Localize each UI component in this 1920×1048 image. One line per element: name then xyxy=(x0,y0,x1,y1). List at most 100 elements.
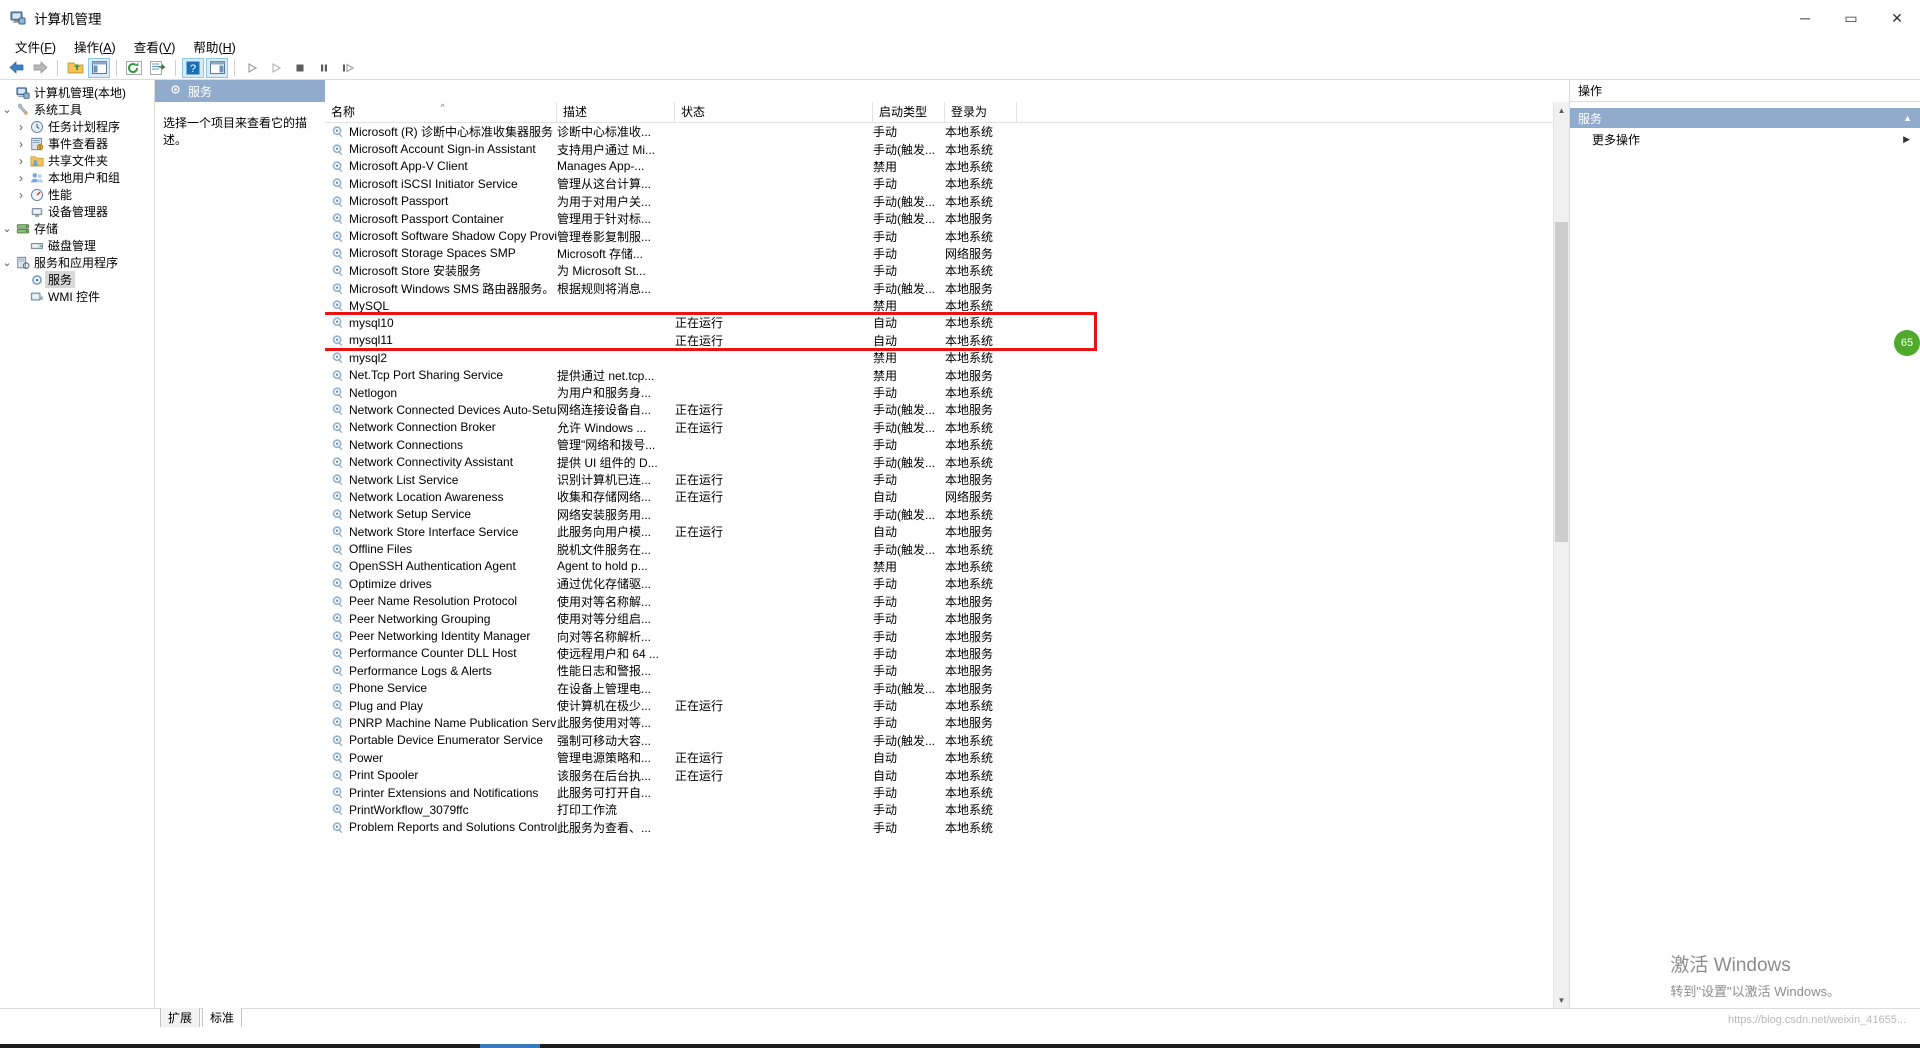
folder-up-icon[interactable] xyxy=(64,58,86,78)
back-arrow-icon[interactable] xyxy=(5,58,27,78)
table-row[interactable]: Microsoft Passport Container 管理用于针对标... 手动… xyxy=(325,210,1569,227)
tree-node-6[interactable]: 设备管理器 xyxy=(0,203,154,220)
cell-service-name: Network Connection Broker xyxy=(325,420,557,434)
minimize-button[interactable]: ─ xyxy=(1782,0,1828,36)
column-header-description[interactable]: 描述 xyxy=(557,102,675,123)
maximize-button[interactable]: ▭ xyxy=(1828,0,1874,36)
table-row[interactable]: Microsoft App-V Client Manages App-... 禁用 本… xyxy=(325,158,1569,175)
tree-node-root[interactable]: 计算机管理(本地) xyxy=(0,84,154,101)
menu-item-action[interactable]: 操作(A) xyxy=(65,35,125,58)
table-row[interactable]: Microsoft Windows SMS 路由器服务。 根据规则将消息... 手动… xyxy=(325,280,1569,297)
tree-node-2[interactable]: › 事件查看器 xyxy=(0,135,154,152)
chevron-right-icon[interactable]: › xyxy=(14,171,28,185)
column-header-name[interactable]: 名称 ^ xyxy=(325,102,557,123)
table-row[interactable]: Portable Device Enumerator Service 强制可移动大… xyxy=(325,732,1569,749)
chevron-right-icon[interactable]: › xyxy=(14,137,28,151)
vertical-scrollbar[interactable]: ▲ ▼ xyxy=(1553,102,1569,1008)
table-row[interactable]: Net.Tcp Port Sharing Service 提供通过 net.tcp… xyxy=(325,366,1569,383)
table-row[interactable]: Network Connection Broker 允许 Windows ... 正… xyxy=(325,419,1569,436)
table-row[interactable]: Microsoft Software Shadow Copy Provider 管… xyxy=(325,227,1569,244)
tab-extended[interactable]: 扩展 xyxy=(160,1007,201,1027)
table-row[interactable]: Network Connectivity Assistant 提供 UI 组件的 … xyxy=(325,453,1569,470)
table-row[interactable]: Microsoft (R) 诊断中心标准收集器服务 诊断中心标准收... 手动 本地系… xyxy=(325,123,1569,140)
menu-item-help[interactable]: 帮助(H) xyxy=(184,35,244,58)
tree-node-0[interactable]: ⌄ 系统工具 xyxy=(0,101,154,118)
column-header-status[interactable]: 状态 xyxy=(675,102,873,123)
table-row[interactable]: Problem Reports and Solutions Control Pa… xyxy=(325,819,1569,836)
table-row[interactable]: Network Store Interface Service 此服务向用户模..… xyxy=(325,523,1569,540)
floating-badge[interactable]: 65 xyxy=(1894,330,1920,356)
table-row[interactable]: mysql11 正在运行 自动 本地系统 xyxy=(325,332,1569,349)
table-row[interactable]: Power 管理电源策略和... 正在运行 自动 本地系统 xyxy=(325,749,1569,766)
table-row[interactable]: Network Connected Devices Auto-Setup 网络连接… xyxy=(325,401,1569,418)
actions-section-services[interactable]: 服务 ▲ xyxy=(1570,108,1920,128)
restart-service-icon[interactable] xyxy=(265,58,287,78)
table-row[interactable]: Peer Networking Identity Manager 向对等名称解析.… xyxy=(325,627,1569,644)
stop-service-icon[interactable] xyxy=(289,58,311,78)
table-row[interactable]: Microsoft iSCSI Initiator Service 管理从这台计算… xyxy=(325,175,1569,192)
table-row[interactable]: Microsoft Store 安装服务 为 Microsoft St... 手动 本… xyxy=(325,262,1569,279)
tree-node-5[interactable]: › 性能 xyxy=(0,186,154,203)
tab-standard[interactable]: 标准 xyxy=(202,1007,243,1027)
table-row[interactable]: Phone Service 在设备上管理电... 手动(触发... 本地服务 xyxy=(325,680,1569,697)
scroll-up-arrow-icon[interactable]: ▲ xyxy=(1554,102,1569,118)
action-more-actions[interactable]: 更多操作 ▶ xyxy=(1570,128,1920,150)
pause-service-icon[interactable] xyxy=(313,58,335,78)
close-button[interactable]: ✕ xyxy=(1874,0,1920,36)
menu-item-view[interactable]: 查看(V) xyxy=(125,35,185,58)
table-row[interactable]: Peer Networking Grouping 使用对等分组启... 手动 本地服务 xyxy=(325,610,1569,627)
chevron-right-icon[interactable]: › xyxy=(14,188,28,202)
chevron-right-icon[interactable]: › xyxy=(14,154,28,168)
cell-service-name: Peer Networking Identity Manager xyxy=(325,629,557,643)
chevron-down-icon[interactable]: ⌄ xyxy=(0,103,14,116)
table-row[interactable]: Print Spooler 该服务在后台执... 正在运行 自动 本地系统 xyxy=(325,766,1569,783)
column-header-startup-type[interactable]: 启动类型 xyxy=(873,102,945,123)
tree-node-4[interactable]: › 本地用户和组 xyxy=(0,169,154,186)
show-action-pane-icon[interactable] xyxy=(206,57,228,78)
table-row[interactable]: Netlogon 为用户和服务身... 手动 本地系统 xyxy=(325,384,1569,401)
table-row[interactable]: Network Location Awareness 收集和存储网络... 正在运行… xyxy=(325,488,1569,505)
scroll-down-arrow-icon[interactable]: ▼ xyxy=(1554,992,1569,1008)
column-header-logon-as[interactable]: 登录为 xyxy=(945,102,1017,123)
chevron-down-icon[interactable]: ⌄ xyxy=(0,222,14,235)
tree-node-8[interactable]: 磁盘管理 xyxy=(0,237,154,254)
table-row[interactable]: PNRP Machine Name Publication Service 此服务… xyxy=(325,714,1569,731)
refresh-icon[interactable] xyxy=(123,58,145,78)
table-row[interactable]: Microsoft Passport 为用于对用户关... 手动(触发... 本地系统 xyxy=(325,193,1569,210)
table-row[interactable]: MySQL 禁用 本地系统 xyxy=(325,297,1569,314)
chevron-up-icon[interactable]: ▲ xyxy=(1903,113,1912,123)
tree-node-10[interactable]: 服务 xyxy=(0,271,154,288)
show-hide-console-tree-icon[interactable] xyxy=(88,57,110,78)
table-row[interactable]: Microsoft Storage Spaces SMP Microsoft 存储… xyxy=(325,245,1569,262)
table-row[interactable]: Plug and Play 使计算机在极少... 正在运行 手动 本地系统 xyxy=(325,697,1569,714)
table-row[interactable]: Network List Service 识别计算机已连... 正在运行 手动 本地服务 xyxy=(325,471,1569,488)
table-row[interactable]: mysql10 正在运行 自动 本地系统 xyxy=(325,314,1569,331)
tree-node-11[interactable]: WMI 控件 xyxy=(0,288,154,305)
resume-service-icon[interactable] xyxy=(337,58,359,78)
tree-node-7[interactable]: ⌄ 存储 xyxy=(0,220,154,237)
start-service-icon[interactable] xyxy=(241,58,263,78)
table-row[interactable]: Performance Counter DLL Host 使远程用户和 64 ..… xyxy=(325,645,1569,662)
export-list-icon[interactable] xyxy=(147,58,169,78)
table-row[interactable]: PrintWorkflow_3079ffc 打印工作流 手动 本地系统 xyxy=(325,801,1569,818)
tree-node-3[interactable]: › 共享文件夹 xyxy=(0,152,154,169)
scrollbar-thumb[interactable] xyxy=(1555,222,1568,542)
table-row[interactable]: Microsoft Account Sign-in Assistant 支持用户通… xyxy=(325,140,1569,157)
menu-item-file[interactable]: 文件(F) xyxy=(6,35,65,58)
forward-arrow-icon[interactable] xyxy=(29,58,51,78)
chevron-right-icon[interactable]: › xyxy=(14,120,28,134)
table-row[interactable]: Offline Files 脱机文件服务在... 手动(触发... 本地系统 xyxy=(325,540,1569,557)
table-row[interactable]: Optimize drives 通过优化存储驱... 手动 本地系统 xyxy=(325,575,1569,592)
table-row[interactable]: Performance Logs & Alerts 性能日志和警报... 手动 本地服… xyxy=(325,662,1569,679)
chevron-down-icon[interactable]: ⌄ xyxy=(0,256,14,269)
table-row[interactable]: Network Setup Service 网络安装服务用... 手动(触发... 本… xyxy=(325,506,1569,523)
tree-node-1[interactable]: › 任务计划程序 xyxy=(0,118,154,135)
table-row[interactable]: Printer Extensions and Notifications 此服务可… xyxy=(325,784,1569,801)
table-row[interactable]: mysql2 禁用 本地系统 xyxy=(325,349,1569,366)
table-row[interactable]: Network Connections 管理"网络和拨号... 手动 本地系统 xyxy=(325,436,1569,453)
table-row[interactable]: Peer Name Resolution Protocol 使用对等名称解... 手… xyxy=(325,593,1569,610)
help-icon[interactable]: ? xyxy=(182,57,204,78)
cell-logon-as: 本地服务 xyxy=(945,403,994,418)
table-row[interactable]: OpenSSH Authentication Agent Agent to hol… xyxy=(325,558,1569,575)
tree-node-9[interactable]: ⌄ 服务和应用程序 xyxy=(0,254,154,271)
